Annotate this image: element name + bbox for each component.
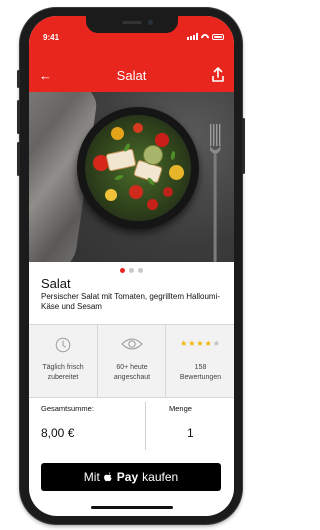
- quantity-value[interactable]: 1: [187, 426, 194, 440]
- total-label: Gesamtsumme:: [41, 404, 94, 413]
- product-title: Salat: [41, 276, 71, 291]
- silent-switch: [17, 70, 20, 88]
- phone-screen: 9:41 ← Salat Salat Persischer Salat mit …: [29, 16, 234, 516]
- product-description: Persischer Salat mit Tomaten, gegrilltem…: [41, 292, 221, 311]
- speaker: [122, 21, 142, 24]
- salad: [85, 115, 191, 221]
- info-views-text: 60+ heute angeschaut: [113, 364, 151, 381]
- pay-word: Pay: [116, 470, 139, 484]
- signal-icon: [187, 33, 198, 40]
- volume-up-button: [17, 100, 20, 134]
- front-camera: [148, 20, 153, 25]
- rating-count: 158: [194, 364, 207, 371]
- divider: [145, 402, 146, 450]
- star-rating: ★★★★★: [166, 339, 234, 348]
- info-fresh-text: Täglich frisch zubereitet: [42, 364, 84, 381]
- battery-icon: [212, 33, 224, 40]
- info-band: Täglich frisch zubereitet 60+ heute ange…: [29, 324, 234, 398]
- star-icon: ★: [196, 339, 205, 348]
- product-image[interactable]: [29, 92, 234, 262]
- star-icon: ★: [180, 339, 189, 348]
- total-value: 8,00 €: [41, 426, 75, 440]
- carousel-dots: [29, 266, 234, 274]
- clock-icon: [55, 337, 71, 353]
- eye-icon: [121, 338, 143, 350]
- quantity-label: Menge: [169, 404, 192, 413]
- star-icon: ★: [204, 339, 213, 348]
- info-views: 60+ heute angeschaut: [97, 325, 166, 397]
- carousel-dot[interactable]: [120, 267, 125, 273]
- apple-logo-icon: [103, 471, 112, 481]
- volume-down-button: [17, 142, 20, 176]
- info-rating-text: 158 Bewertungen: [166, 363, 234, 383]
- fork-image: [210, 124, 221, 262]
- info-rating[interactable]: ★★★★★ 158 Bewertungen: [165, 325, 234, 397]
- wifi-icon: [201, 34, 209, 40]
- page-title: Salat: [116, 68, 147, 83]
- carousel-dot[interactable]: [129, 267, 134, 273]
- home-indicator[interactable]: [91, 506, 173, 509]
- info-fresh: Täglich frisch zubereitet: [29, 325, 97, 397]
- salad-bowl: [77, 107, 199, 229]
- share-icon[interactable]: [211, 67, 225, 83]
- pay-suffix: kaufen: [142, 470, 179, 484]
- apple-pay-button[interactable]: Mit Pay kaufen: [41, 463, 221, 491]
- power-button: [242, 118, 245, 174]
- rating-label: Bewertungen: [179, 374, 222, 381]
- pay-prefix: Mit: [83, 470, 100, 484]
- status-time: 9:41: [43, 33, 60, 42]
- carousel-dot[interactable]: [138, 267, 143, 273]
- status-icons: [187, 33, 224, 40]
- star-icon: ★: [212, 339, 221, 348]
- notch: [86, 16, 178, 33]
